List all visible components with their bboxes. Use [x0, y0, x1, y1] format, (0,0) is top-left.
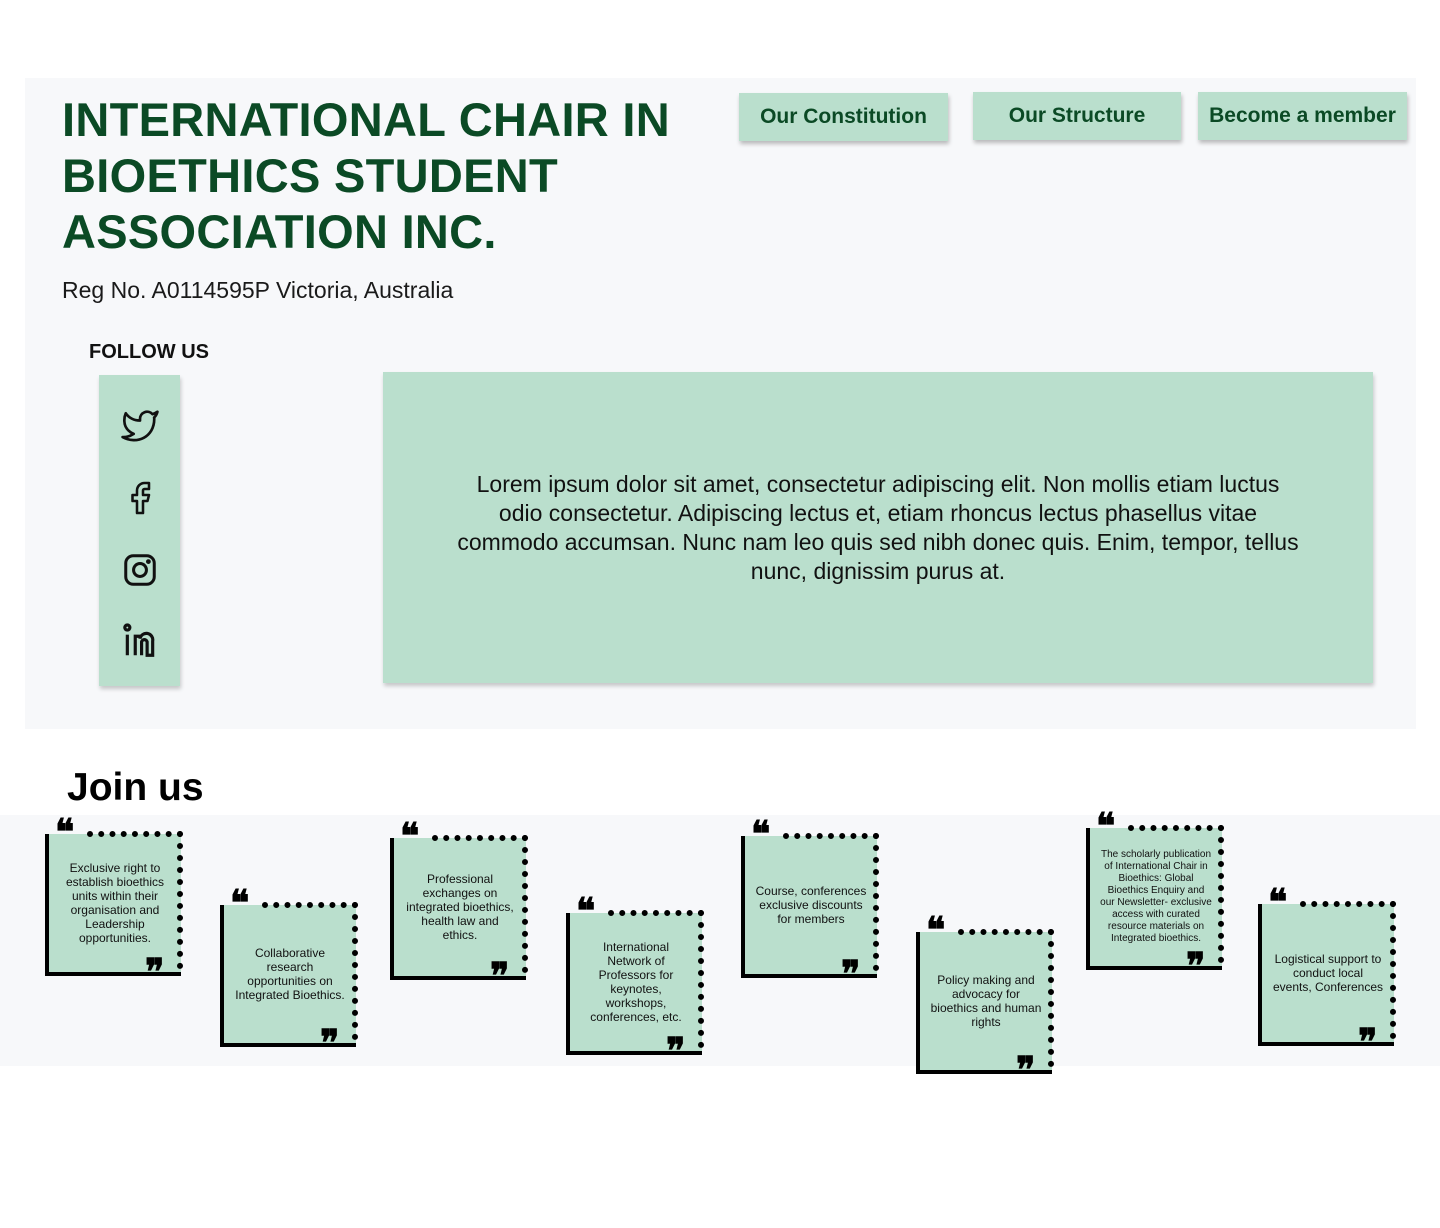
benefit-text: The scholarly publication of Internation…	[1100, 849, 1212, 944]
instagram-icon[interactable]	[120, 550, 160, 590]
close-quote-icon: ❞	[1016, 1049, 1036, 1091]
close-quote-icon: ❞	[841, 953, 861, 995]
benefit-text: Collaborative research opportunities on …	[235, 946, 345, 1002]
facebook-icon[interactable]	[120, 478, 160, 518]
benefit-text: Policy making and advocacy for bioethics…	[930, 973, 1042, 1029]
close-quote-icon: ❞	[666, 1030, 686, 1072]
benefit-text: International Network of Professors for …	[590, 940, 682, 1024]
close-quote-icon: ❞	[1358, 1021, 1378, 1063]
open-quote-icon: ❝	[576, 890, 596, 932]
close-quote-icon: ❞	[320, 1022, 340, 1064]
benefit-text: Logistical support to conduct local even…	[1272, 952, 1384, 994]
open-quote-icon: ❝	[1268, 881, 1288, 923]
registration-number: Reg No. A0114595P Victoria, Australia	[62, 277, 454, 303]
benefit-card: ❝ ❞ Collaborative research opportunities…	[220, 885, 360, 1061]
benefit-card: ❝ ❞ Professional exchanges on integrated…	[390, 818, 530, 994]
benefit-text: Course, conferences exclusive discounts …	[755, 884, 867, 926]
benefit-card: ❝ ❞ Logistical support to conduct local …	[1258, 884, 1398, 1060]
hero-section: INTERNATIONAL CHAIR IN BIOETHICS STUDENT…	[25, 78, 1416, 729]
benefit-card: ❝ ❞ The scholarly publication of Interna…	[1086, 808, 1226, 984]
page-title: INTERNATIONAL CHAIR IN BIOETHICS STUDENT…	[62, 93, 671, 258]
linkedin-icon[interactable]	[120, 621, 160, 661]
follow-us-heading: FOLLOW US	[89, 341, 209, 363]
join-us-heading: Join us	[67, 766, 204, 809]
benefit-card: ❝ ❞ Policy making and advocacy for bioet…	[916, 912, 1056, 1088]
our-structure-button[interactable]: Our Structure	[973, 92, 1181, 140]
open-quote-icon: ❝	[400, 815, 420, 857]
close-quote-icon: ❞	[145, 951, 165, 993]
benefit-card: ❝ ❞ Course, conferences exclusive discou…	[741, 816, 881, 992]
close-quote-icon: ❞	[490, 955, 510, 997]
social-links-panel	[99, 375, 180, 686]
benefit-card: ❝ ❞ International Network of Professors …	[566, 893, 706, 1069]
benefit-text: Professional exchanges on integrated bio…	[406, 872, 514, 942]
twitter-icon[interactable]	[120, 406, 160, 446]
become-member-button[interactable]: Become a member	[1198, 92, 1407, 140]
open-quote-icon: ❝	[751, 813, 771, 855]
intro-panel: Lorem ipsum dolor sit amet, consectetur …	[383, 372, 1373, 683]
open-quote-icon: ❝	[926, 909, 946, 951]
our-constitution-button[interactable]: Our Constitution	[739, 93, 948, 141]
benefit-text: Exclusive right to establish bioethics u…	[65, 861, 165, 945]
intro-text: Lorem ipsum dolor sit amet, consectetur …	[457, 470, 1299, 584]
benefit-card: ❝ ❞ Exclusive right to establish bioethi…	[45, 814, 185, 990]
open-quote-icon: ❝	[55, 811, 75, 853]
open-quote-icon: ❝	[230, 882, 250, 924]
